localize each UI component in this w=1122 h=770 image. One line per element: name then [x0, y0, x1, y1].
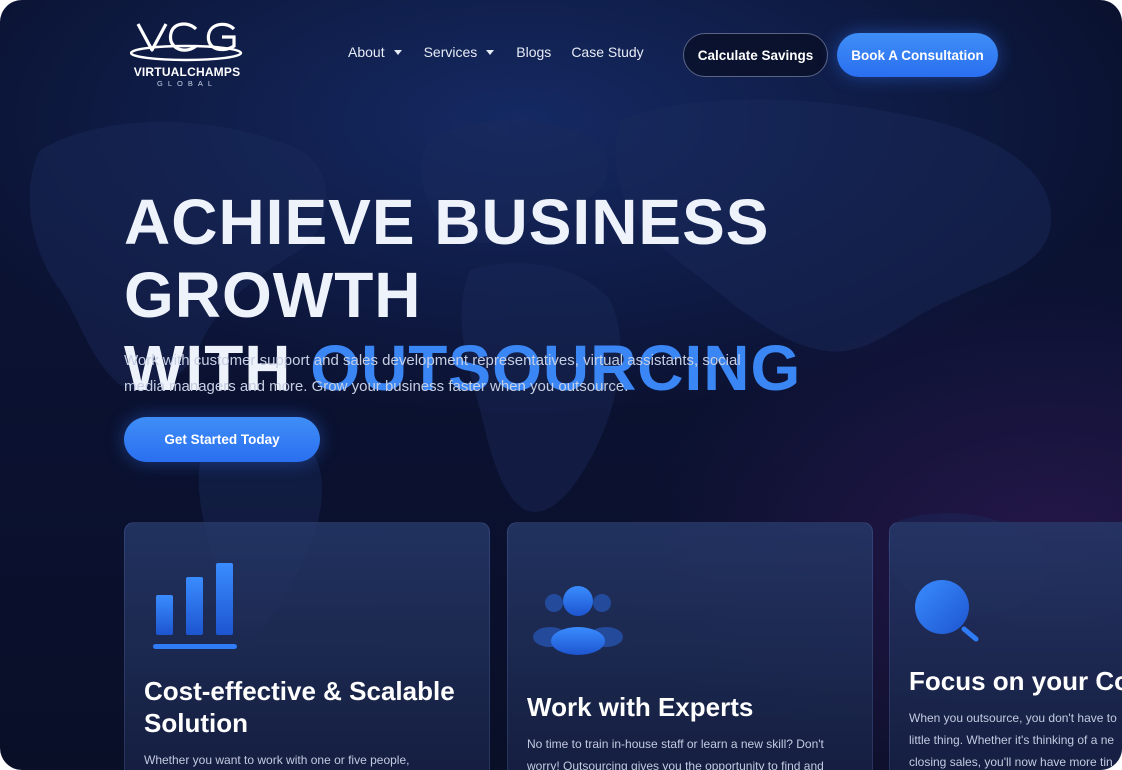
- card-title: Cost-effective & Scalable Solution: [144, 676, 455, 738]
- caret-down-icon: [393, 49, 402, 55]
- feature-card-experts: Work with Experts No time to train in-ho…: [507, 522, 873, 770]
- brand-tagline: GLOBAL: [156, 79, 217, 88]
- feature-card-cost: Cost-effective & Scalable Solution Wheth…: [124, 522, 490, 770]
- main-nav: About Services Blogs Case Study: [348, 44, 644, 60]
- feature-card-focus: Focus on your Co When you outsource, you…: [889, 522, 1122, 770]
- nav-item-label: Blogs: [516, 44, 552, 60]
- card-text: When you outsource, you don't have to li…: [909, 711, 1117, 769]
- brand-logo[interactable]: VIRTUALCHAMPS GLOBAL: [122, 20, 252, 90]
- hero-title-line-1: ACHIEVE BUSINESS GROWTH: [124, 186, 770, 331]
- bar-chart-icon: [153, 563, 237, 649]
- nav-item-blogs[interactable]: Blogs: [516, 44, 551, 60]
- card-title: Focus on your Co: [909, 666, 1122, 696]
- get-started-button[interactable]: Get Started Today: [124, 417, 320, 462]
- vcg-logo-mark: [130, 22, 243, 62]
- card-text: No time to train in-house staff or learn…: [527, 737, 824, 770]
- book-consultation-button[interactable]: Book A Consultation: [837, 33, 998, 77]
- card-text: Whether you want to work with one or fiv…: [144, 753, 410, 767]
- card-title: Work with Experts: [527, 692, 754, 722]
- calculate-savings-button[interactable]: Calculate Savings: [683, 33, 828, 77]
- brand-name: VIRTUALCHAMPS: [133, 65, 241, 79]
- team-users-icon: [533, 586, 623, 655]
- nav-item-about[interactable]: About: [348, 44, 402, 60]
- nav-item-label: Case Study: [571, 44, 644, 60]
- nav-item-label: About: [348, 44, 385, 60]
- page-frame: VIRTUALCHAMPS GLOBAL About Services Blog…: [0, 0, 1122, 770]
- nav-item-label: Services: [423, 44, 478, 60]
- magnifier-icon: [915, 580, 979, 642]
- nav-item-case-study[interactable]: Case Study: [571, 44, 643, 60]
- nav-item-services[interactable]: Services: [424, 44, 495, 60]
- hero-description: Work with customer support and sales dev…: [124, 352, 741, 395]
- caret-down-icon: [486, 49, 495, 55]
